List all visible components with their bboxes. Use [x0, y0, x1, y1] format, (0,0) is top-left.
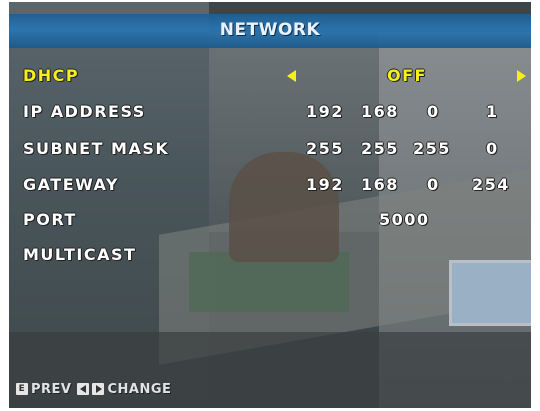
page-title: NETWORK — [219, 20, 321, 40]
multicast-label[interactable]: MULTICAST — [23, 245, 136, 264]
subnet-octet-3[interactable]: 255 — [413, 139, 451, 158]
port-value[interactable]: 5000 — [379, 210, 430, 229]
subnet-octet-2[interactable]: 255 — [361, 139, 399, 158]
camera-view: NETWORK DHCP OFF IP ADDRESS 192 168 0 1 … — [9, 2, 531, 408]
prev-hint: PREV — [31, 381, 72, 397]
left-arrow-icon[interactable] — [287, 70, 296, 82]
left-key-icon — [77, 383, 90, 395]
gateway-octet-3[interactable]: 0 — [427, 175, 440, 194]
camera-background-person — [229, 152, 339, 262]
footer-hint: E PREV CHANGE — [16, 381, 171, 397]
ip-octet-1[interactable]: 192 — [306, 102, 344, 121]
subnet-octet-4[interactable]: 0 — [486, 139, 499, 158]
right-arrow-icon[interactable] — [517, 70, 526, 82]
ip-octet-2[interactable]: 168 — [361, 102, 399, 121]
camera-background-monitor — [449, 260, 531, 326]
port-label[interactable]: PORT — [23, 210, 77, 229]
right-key-icon — [92, 383, 105, 395]
ip-octet-4[interactable]: 1 — [486, 102, 499, 121]
gateway-label[interactable]: GATEWAY — [23, 175, 119, 194]
change-hint: CHANGE — [107, 381, 172, 397]
gateway-octet-2[interactable]: 168 — [361, 175, 399, 194]
gateway-octet-4[interactable]: 254 — [472, 175, 510, 194]
dhcp-label[interactable]: DHCP — [23, 66, 79, 85]
e-key-icon: E — [16, 383, 28, 395]
dhcp-value[interactable]: OFF — [387, 66, 427, 85]
ip-address-label[interactable]: IP ADDRESS — [23, 102, 146, 121]
subnet-mask-label[interactable]: SUBNET MASK — [23, 139, 169, 158]
subnet-octet-1[interactable]: 255 — [306, 139, 344, 158]
gateway-octet-1[interactable]: 192 — [306, 175, 344, 194]
ip-octet-3[interactable]: 0 — [427, 102, 440, 121]
